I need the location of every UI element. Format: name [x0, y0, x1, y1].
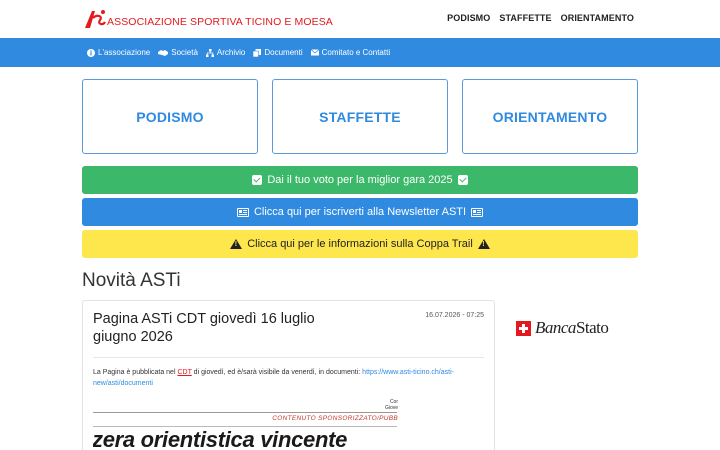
- subnav-societa[interactable]: Società: [158, 48, 198, 57]
- info-circle-icon: [87, 48, 95, 57]
- warning-icon: [230, 239, 243, 249]
- news-body: La Pagina è pubblicata nel CDT di gioved…: [93, 367, 473, 389]
- subnav-associazione[interactable]: L'associazione: [87, 48, 150, 57]
- swiss-cross-icon: [516, 320, 531, 336]
- clip-masthead: Cor Giove: [384, 399, 398, 411]
- box-staffette[interactable]: STAFFETTE: [272, 79, 448, 154]
- news-text-part: di giovedì, ed è/sarà visibile da venerd…: [191, 369, 363, 376]
- logo-text: ASSOCIAZIONE SPORTIVA TICINO E MOESA: [107, 16, 333, 28]
- cdt-link[interactable]: CDT: [177, 369, 191, 376]
- clip-rule: [93, 412, 397, 413]
- box-podismo[interactable]: PODISMO: [82, 79, 258, 154]
- newsletter-banner-text: Clicca qui per iscriverti alla Newslette…: [253, 206, 467, 218]
- subnav-label: Documenti: [264, 48, 303, 57]
- coppa-trail-banner[interactable]: Clicca qui per le informazioni sulla Cop…: [82, 230, 638, 258]
- nav-staffette[interactable]: STAFFETTE: [499, 13, 551, 23]
- copy-icon: [253, 48, 262, 57]
- envelope-icon: [310, 48, 319, 57]
- warning-icon: [477, 239, 490, 249]
- main-nav: PODISMO STAFFETTE ORIENTAMENTO: [447, 13, 634, 23]
- newspaper-icon: [236, 207, 249, 217]
- sitemap-icon: [205, 48, 214, 57]
- newspaper-clipping: Cor Giove CONTENUTO SPONSORIZZATO/PUBB z…: [93, 399, 398, 450]
- news-title[interactable]: Pagina ASTi CDT giovedì 16 luglio giugno…: [93, 310, 333, 346]
- sponsor-part: Stato: [575, 318, 609, 337]
- handshake-icon: [158, 49, 169, 57]
- subnav-label: Società: [171, 48, 198, 57]
- nav-orientamento[interactable]: ORIENTAMENTO: [561, 13, 634, 23]
- news-date: 16.07.2026 - 07:25: [425, 312, 484, 319]
- newsletter-banner[interactable]: Clicca qui per iscriverti alla Newslette…: [82, 198, 638, 226]
- site-logo[interactable]: ASSOCIAZIONE SPORTIVA TICINO E MOESA: [83, 8, 333, 30]
- subnav-label: L'associazione: [98, 48, 151, 57]
- news-card: Pagina ASTi CDT giovedì 16 luglio giugno…: [82, 300, 495, 450]
- category-boxes: PODISMO STAFFETTE ORIENTAMENTO: [82, 79, 638, 154]
- check-square-icon: [457, 175, 468, 185]
- vote-banner[interactable]: Dai il tuo voto per la miglior gara 2025: [82, 166, 638, 194]
- news-text-part: La Pagina è pubblicata nel: [93, 369, 178, 376]
- subnav-label: Comitato e Contatti: [321, 48, 391, 57]
- section-title: Novità ASTi: [82, 270, 181, 291]
- subnav-archivio[interactable]: Archivio: [205, 48, 246, 57]
- subnav-documenti[interactable]: Documenti: [253, 48, 303, 57]
- sponsor-bancastato[interactable]: BancaStato: [516, 318, 609, 338]
- sponsor-part: Banca: [535, 318, 576, 337]
- top-header: ASSOCIAZIONE SPORTIVA TICINO E MOESA POD…: [0, 0, 720, 38]
- box-orientamento[interactable]: ORIENTAMENTO: [462, 79, 638, 154]
- nav-podismo[interactable]: PODISMO: [447, 13, 490, 23]
- subnav-label: Archivio: [216, 48, 246, 57]
- sponsor-name: BancaStato: [535, 318, 609, 338]
- newspaper-icon: [471, 207, 484, 217]
- clip-headline: zera orientistica vincente: [93, 427, 348, 450]
- asti-logo-icon: [83, 8, 107, 30]
- vote-banner-text: Dai il tuo voto per la miglior gara 2025: [267, 174, 453, 186]
- sub-nav: L'associazione Società Archivio Document…: [0, 38, 720, 67]
- subnav-comitato[interactable]: Comitato e Contatti: [310, 48, 391, 57]
- coppa-banner-text: Clicca qui per le informazioni sulla Cop…: [247, 238, 473, 250]
- clip-sponsored-tag: CONTENUTO SPONSORIZZATO/PUBB: [272, 415, 398, 422]
- check-square-icon: [252, 175, 263, 185]
- card-divider: [93, 357, 484, 358]
